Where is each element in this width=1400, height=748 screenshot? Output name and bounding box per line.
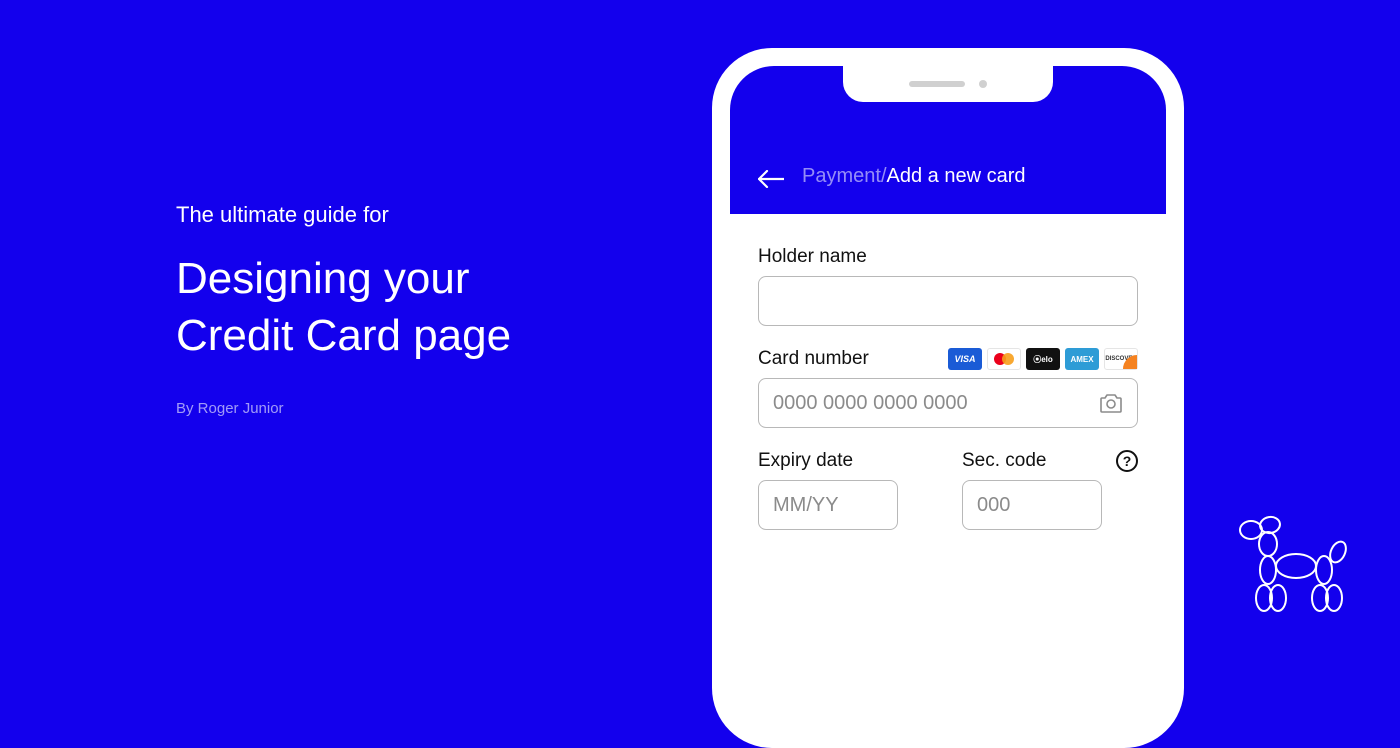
hero-eyebrow: The ultimate guide for xyxy=(176,202,511,228)
balloon-dog-icon xyxy=(1228,510,1358,620)
card-brand-logos: VISA ⦿elo AMEX DISCOVER xyxy=(948,348,1138,370)
sec-code-input[interactable]: 000 xyxy=(962,480,1102,530)
help-icon[interactable]: ? xyxy=(1116,450,1138,472)
sec-code-label: Sec. code xyxy=(962,450,1047,472)
visa-logo: VISA xyxy=(948,348,982,370)
card-form: Holder name Card number VISA ⦿elo xyxy=(730,214,1166,552)
phone-screen: Payment/Add a new card Holder name Card … xyxy=(730,66,1166,730)
phone-mockup: Payment/Add a new card Holder name Card … xyxy=(712,48,1184,748)
elo-logo: ⦿elo xyxy=(1026,348,1060,370)
card-number-placeholder: 0000 0000 0000 0000 xyxy=(773,392,968,415)
hero-title: Designing your Credit Card page xyxy=(176,250,511,364)
discover-logo: DISCOVER xyxy=(1104,348,1138,370)
camera-icon[interactable] xyxy=(1099,392,1123,414)
expiry-field: Expiry date MM/YY xyxy=(758,450,934,530)
breadcrumb-current: Add a new card xyxy=(887,165,1026,187)
holder-name-input[interactable] xyxy=(758,276,1138,326)
holder-name-label: Holder name xyxy=(758,246,867,268)
notch-speaker xyxy=(909,81,965,87)
card-number-label: Card number xyxy=(758,348,869,370)
back-arrow-icon[interactable] xyxy=(758,170,784,188)
card-number-field: Card number VISA ⦿elo AMEX DISCOVER xyxy=(758,348,1138,428)
mastercard-logo xyxy=(987,348,1021,370)
sec-code-placeholder: 000 xyxy=(977,494,1010,517)
breadcrumb: Payment/Add a new card xyxy=(802,165,1025,188)
breadcrumb-parent[interactable]: Payment xyxy=(802,165,881,187)
phone-frame: Payment/Add a new card Holder name Card … xyxy=(712,48,1184,748)
expiry-placeholder: MM/YY xyxy=(773,494,839,517)
hero-byline: By Roger Junior xyxy=(176,400,511,417)
card-number-input[interactable]: 0000 0000 0000 0000 xyxy=(758,378,1138,428)
holder-name-field: Holder name xyxy=(758,246,1138,326)
expiry-label: Expiry date xyxy=(758,450,853,472)
sec-code-field: Sec. code ? 000 xyxy=(962,450,1138,530)
hero-text: The ultimate guide for Designing your Cr… xyxy=(176,202,511,417)
amex-logo: AMEX xyxy=(1065,348,1099,370)
notch-camera xyxy=(979,80,987,88)
phone-notch xyxy=(843,66,1053,102)
expiry-input[interactable]: MM/YY xyxy=(758,480,898,530)
